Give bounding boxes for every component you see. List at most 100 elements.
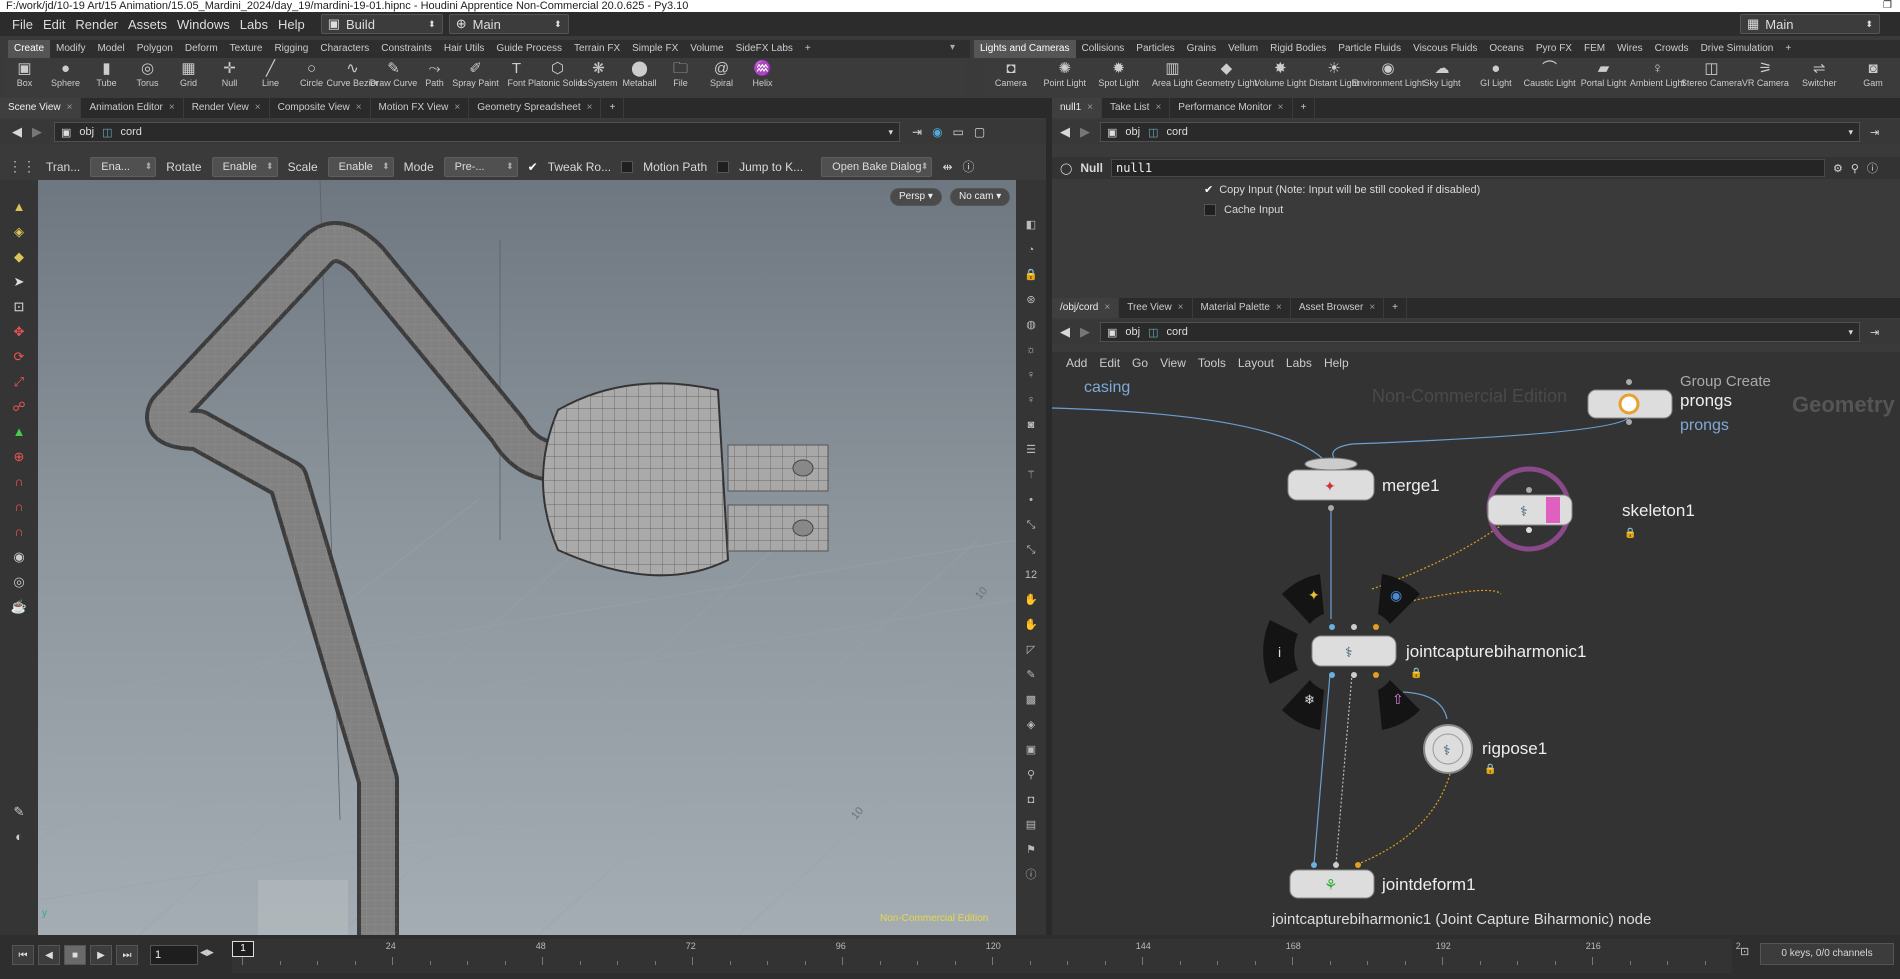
tool-point-light[interactable]: ✺ Point Light	[1038, 58, 1092, 98]
ghost-icon[interactable]: ◔	[1028, 241, 1035, 260]
path-dropdown-icon[interactable]: ▾	[1848, 327, 1853, 338]
close-tab-icon[interactable]: ×	[1278, 102, 1284, 113]
copy-input-checkbox[interactable]: ✔	[1204, 183, 1213, 196]
rotate-icon[interactable]: ⟳	[14, 348, 25, 365]
skeleton-node[interactable]: ⚕	[1486, 466, 1573, 552]
tool-vr-camera[interactable]: ⚞ VR Camera	[1738, 58, 1792, 98]
persp-menu[interactable]: Persp ▾	[890, 188, 942, 206]
pane-tab-null1[interactable]: null1 ×	[1052, 98, 1102, 118]
jcb-node[interactable]: ✦ ◉ i ❄ ⇧ ⚕	[1263, 574, 1420, 730]
link-icon[interactable]: ◉	[932, 125, 942, 139]
pane-tab-performance-monitor[interactable]: Performance Monitor ×	[1170, 98, 1293, 118]
scale-dropdown[interactable]: Enable	[327, 156, 394, 177]
select-mode-icon[interactable]: ◈	[14, 223, 24, 240]
shelf-tab-vellum[interactable]: Vellum	[1222, 40, 1264, 58]
tool-switcher[interactable]: ⇌ Switcher	[1792, 58, 1846, 98]
pin-icon[interactable]: ⚲	[1027, 766, 1035, 785]
shelf-tab-guide-process[interactable]: Guide Process	[490, 40, 568, 58]
pane-tab-animation-editor[interactable]: Animation Editor ×	[81, 98, 184, 118]
tool-geometry-light[interactable]: ◆ Geometry Light	[1196, 58, 1258, 98]
shelf-tab-simple-fx[interactable]: Simple FX	[626, 40, 684, 58]
pane-tab-scene-view[interactable]: Scene View ×	[0, 98, 82, 118]
shelf-tab-fem[interactable]: FEM	[1578, 40, 1611, 58]
pane-tab-asset-browser[interactable]: Asset Browser ×	[1291, 298, 1385, 318]
menu-render[interactable]: Render	[75, 17, 118, 32]
path-obj[interactable]: obj	[1125, 326, 1140, 338]
shelf-tab-collisions[interactable]: Collisions	[1076, 40, 1131, 58]
scale-icon[interactable]: ⤢	[14, 373, 24, 390]
network-menu-tools[interactable]: Tools	[1198, 356, 1226, 370]
pane-tab-render-view[interactable]: Render View ×	[184, 98, 270, 118]
layers-icon[interactable]: ☰	[1026, 441, 1036, 460]
network-menu-layout[interactable]: Layout	[1238, 356, 1274, 370]
path-cord[interactable]: cord	[1167, 126, 1188, 138]
handle-grid-icon[interactable]: ⋮⋮	[8, 158, 36, 175]
info-flag-icon[interactable]: i	[1278, 644, 1281, 660]
tool-gam[interactable]: ◙ Gam	[1846, 58, 1900, 98]
shelf-tab-pyro-fx[interactable]: Pyro FX	[1530, 40, 1578, 58]
path-cord[interactable]: cord	[121, 126, 142, 138]
normal-icon[interactable]: ⤡	[1027, 516, 1036, 535]
shelf-tab-lights-and-cameras[interactable]: Lights and Cameras	[974, 40, 1076, 58]
render-icon[interactable]: ☕	[11, 598, 27, 615]
wire-icon[interactable]: ⊛	[1026, 291, 1035, 310]
pane-tab-geometry-spreadsheet[interactable]: Geometry Spreadsheet ×	[469, 98, 602, 118]
pane-menu-icon[interactable]: ▭	[953, 125, 964, 139]
pin-icon[interactable]: ⇥	[912, 125, 922, 139]
shelf-tab-terrain-fx[interactable]: Terrain FX	[568, 40, 626, 58]
add-tab-icon[interactable]: +	[1293, 98, 1316, 118]
back-arrow-icon[interactable]: ◀	[1060, 324, 1070, 340]
close-tab-icon[interactable]: ×	[1369, 302, 1375, 313]
shelf-tab-crowds[interactable]: Crowds	[1649, 40, 1695, 58]
magnet-icon[interactable]: ∩	[14, 473, 23, 490]
close-tab-icon[interactable]: ×	[1178, 302, 1184, 313]
shelf-tab-drive-simulation[interactable]: Drive Simulation	[1695, 40, 1780, 58]
brush-icon[interactable]: ✎	[14, 803, 25, 820]
magnet3-icon[interactable]: ∩	[14, 523, 23, 540]
scene-path-field[interactable]: ▣ obj ◫ cord ▾	[54, 122, 900, 142]
shelf-tab-sidefx-labs[interactable]: SideFX Labs	[730, 40, 799, 58]
view-icon[interactable]: ◉	[13, 548, 24, 565]
tool-path[interactable]: ⤳ Path	[414, 58, 455, 98]
shelf-tab-rigid-bodies[interactable]: Rigid Bodies	[1264, 40, 1332, 58]
path-dropdown-icon[interactable]: ▾	[1848, 127, 1853, 138]
close-tab-icon[interactable]: ×	[1104, 302, 1110, 313]
shelf-tab-rigging[interactable]: Rigging	[268, 40, 314, 58]
tool-line[interactable]: ╱ Line	[250, 58, 291, 98]
network-menu-go[interactable]: Go	[1132, 356, 1148, 370]
tool-l-system[interactable]: ❋ L-System	[578, 58, 619, 98]
shelf-menu-icon[interactable]: ▾	[950, 42, 955, 53]
jointdeform-node[interactable]: ⚘	[1289, 862, 1375, 899]
last-frame-button[interactable]: ⏭	[116, 945, 138, 965]
close-tab-icon[interactable]: ×	[67, 102, 73, 113]
brush-icon[interactable]: ✎	[1026, 666, 1035, 685]
dot-icon[interactable]: •	[1029, 491, 1033, 510]
move-icon[interactable]: ✥	[14, 323, 25, 340]
shelf-tab-texture[interactable]: Texture	[224, 40, 269, 58]
shelf-tab-particles[interactable]: Particles	[1130, 40, 1180, 58]
transform-icon[interactable]: ⊡	[14, 298, 25, 315]
shelf-tab-hair-utils[interactable]: Hair Utils	[438, 40, 491, 58]
shelf-tab-create[interactable]: Create	[8, 40, 51, 58]
info-icon[interactable]: ⓘ	[1867, 160, 1878, 176]
info-icon[interactable]: ⓘ	[1026, 866, 1037, 885]
close-tab-icon[interactable]: ×	[1276, 302, 1282, 313]
pane-tab-tree-view[interactable]: Tree View ×	[1119, 298, 1193, 318]
light-icon[interactable]: ☼	[1026, 341, 1036, 360]
network-menu-help[interactable]: Help	[1324, 356, 1349, 370]
cube-icon[interactable]: ◈	[1027, 716, 1035, 735]
3d-viewport[interactable]: 10 10 Non-Commercial Edition y Persp ▾ N…	[38, 180, 1016, 935]
shelf-tab-grains[interactable]: Grains	[1181, 40, 1222, 58]
tool-area-light[interactable]: ▥ Area Light	[1146, 58, 1200, 98]
play-button[interactable]: ▶	[90, 945, 112, 965]
menu-assets[interactable]: Assets	[128, 17, 167, 32]
rotate-dropdown[interactable]: Enable	[211, 156, 278, 177]
arrow-icon[interactable]: ➤	[14, 273, 25, 290]
shelf-tab-constraints[interactable]: Constraints	[375, 40, 438, 58]
pin-icon[interactable]: ⇥	[1870, 126, 1879, 139]
add-shelf-tab-icon[interactable]: +	[1779, 40, 1797, 58]
tool-spiral[interactable]: @ Spiral	[701, 58, 742, 98]
marker-icon[interactable]: ⚑	[1026, 841, 1036, 860]
stop-button[interactable]: ■	[64, 945, 86, 965]
tool-grid[interactable]: ▦ Grid	[168, 58, 209, 98]
